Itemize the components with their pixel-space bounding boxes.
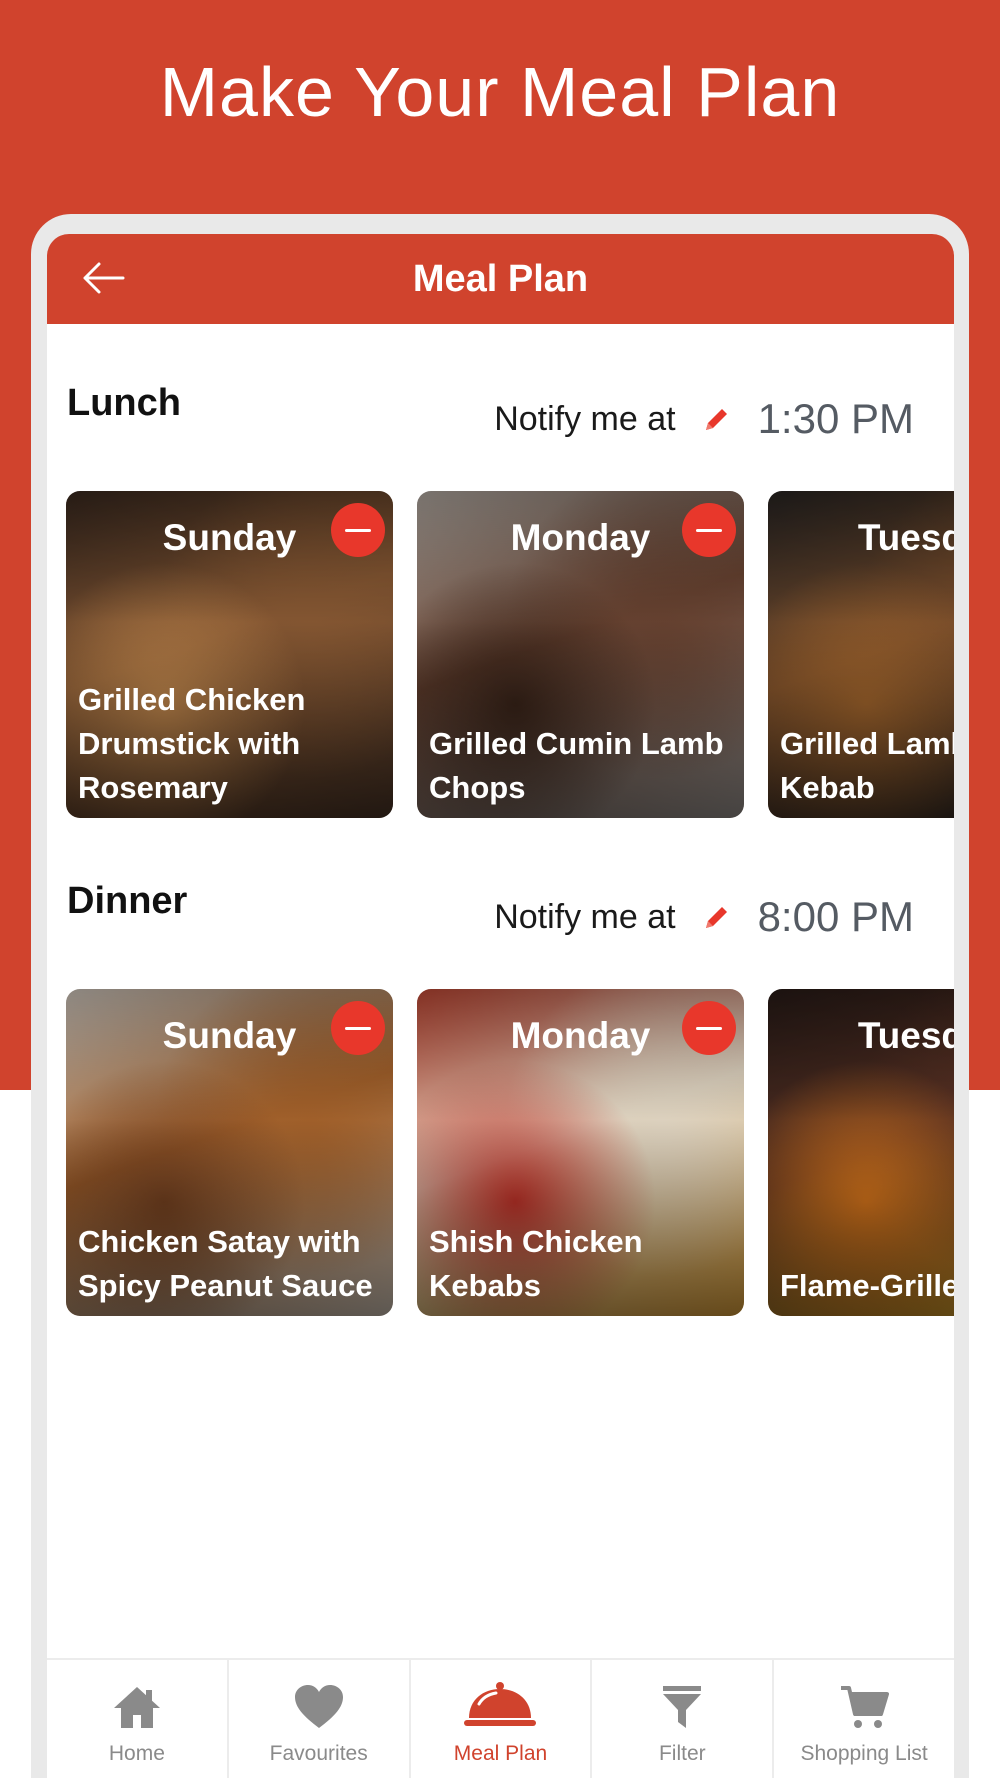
nav-item-home[interactable]: Home [47, 1660, 229, 1778]
card-dish-name: Chicken Satay with Spicy Peanut Sauce [78, 1224, 373, 1303]
arrow-left-icon [83, 262, 125, 294]
minus-icon [696, 528, 722, 532]
meal-card-lunch-monday[interactable]: Monday Grilled Cumin Lamb Chops [417, 491, 744, 818]
home-icon [113, 1687, 160, 1728]
dinner-notify-row: Notify me at 8:00 PM [494, 892, 914, 942]
app-header: Meal Plan [47, 234, 954, 324]
card-dish-name: Flame-Grilled Steak [780, 1268, 954, 1303]
remove-button[interactable] [682, 1001, 736, 1055]
cart-icon [841, 1686, 890, 1728]
meal-card-dinner-tuesday[interactable]: Tuesday Flame-Grilled Steak [768, 989, 954, 1316]
meal-card-dinner-monday[interactable]: Monday Shish Chicken Kebabs [417, 989, 744, 1316]
nav-label: Meal Plan [453, 1742, 548, 1765]
promo-title: Make Your Meal Plan [159, 53, 841, 131]
nav-item-meal-plan[interactable]: Meal Plan [411, 1660, 593, 1778]
bottom-nav: Home Favourites Meal Plan Filter Shoppin… [47, 1658, 954, 1778]
lunch-section-title: Lunch [67, 382, 181, 424]
dinner-notify-label: Notify me at [494, 897, 676, 936]
remove-button[interactable] [331, 503, 385, 557]
minus-icon [696, 1026, 722, 1030]
back-button[interactable] [81, 260, 125, 296]
card-day: Tuesday [857, 517, 954, 558]
dinner-card-row[interactable]: Sunday Chicken Satay with Spicy Peanut S… [66, 989, 954, 1317]
card-dish-name: Grilled Lamb Tikka Kebab [780, 726, 954, 805]
nav-item-shopping-list[interactable]: Shopping List [774, 1660, 954, 1778]
page-title: Meal Plan [412, 258, 589, 300]
nav-label: Home [108, 1742, 165, 1765]
pencil-icon[interactable] [702, 404, 732, 434]
dinner-notify-time[interactable]: 8:00 PM [758, 893, 914, 941]
dinner-section-title: Dinner [67, 880, 188, 922]
card-dish-name: Shish Chicken Kebabs [429, 1224, 643, 1303]
cloche-icon [464, 1682, 537, 1726]
lunch-notify-row: Notify me at 1:30 PM [494, 394, 914, 444]
remove-button[interactable] [331, 1001, 385, 1055]
nav-label: Filter [658, 1742, 706, 1765]
nav-item-favourites[interactable]: Favourites [229, 1660, 411, 1778]
pencil-icon[interactable] [702, 902, 732, 932]
remove-button[interactable] [682, 503, 736, 557]
card-dish-name: Grilled Chicken Drumstick with Rosemary [78, 682, 306, 805]
meal-card-lunch-tuesday[interactable]: Tuesday Grilled Lamb Tikka Kebab [768, 491, 954, 818]
lunch-notify-time[interactable]: 1:30 PM [758, 395, 914, 443]
nav-item-filter[interactable]: Filter [592, 1660, 775, 1778]
minus-icon [345, 528, 371, 532]
card-dish-name: Grilled Cumin Lamb Chops [429, 726, 724, 805]
lunch-card-row[interactable]: Sunday Grilled Chicken Drumstick with Ro… [66, 491, 954, 819]
lunch-notify-label: Notify me at [494, 399, 676, 438]
heart-icon [294, 1685, 343, 1728]
meal-card-dinner-sunday[interactable]: Sunday Chicken Satay with Spicy Peanut S… [66, 989, 393, 1316]
meal-card-lunch-sunday[interactable]: Sunday Grilled Chicken Drumstick with Ro… [66, 491, 393, 818]
minus-icon [345, 1026, 371, 1030]
nav-label: Shopping List [800, 1742, 928, 1765]
card-day: Tuesday [857, 1015, 954, 1056]
filter-icon [663, 1686, 702, 1728]
app-screen: Meal Plan Lunch Notify me at 1:30 PM Sun… [47, 234, 954, 1778]
nav-label: Favourites [269, 1742, 368, 1765]
